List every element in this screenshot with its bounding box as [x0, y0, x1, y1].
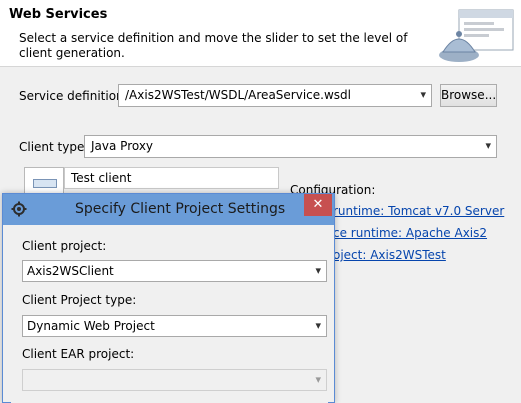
client-project-combo[interactable]: Axis2WSClient ▾ — [22, 260, 327, 282]
web-service-wizard-icon — [439, 9, 514, 62]
client-project-value: Axis2WSClient — [27, 264, 114, 278]
service-definition-label: Service definition: — [19, 89, 128, 103]
client-project-type-combo[interactable]: Dynamic Web Project ▾ — [22, 315, 327, 337]
client-type-combo[interactable]: Java Proxy ▾ — [84, 135, 497, 158]
client-project-type-label: Client Project type: — [22, 293, 137, 307]
gear-icon — [11, 201, 27, 217]
server-runtime-link[interactable]: runtime: Tomcat v7.0 Server — [333, 204, 504, 218]
client-type-label: Client type: — [19, 140, 89, 154]
chevron-down-icon: ▾ — [315, 264, 321, 277]
dialog-titlebar[interactable]: Specify Client Project Settings ✕ — [3, 194, 334, 225]
slider-level-label: Test client — [71, 171, 132, 185]
client-type-value: Java Proxy — [91, 139, 154, 153]
close-icon[interactable]: ✕ — [304, 194, 332, 216]
client-project-link[interactable]: oject: Axis2WSTest — [333, 248, 446, 262]
chevron-down-icon: ▾ — [485, 139, 491, 152]
slider-thumb[interactable] — [33, 179, 57, 188]
chevron-down-icon: ▾ — [315, 319, 321, 332]
client-project-type-value: Dynamic Web Project — [27, 319, 155, 333]
client-project-label: Client project: — [22, 239, 107, 253]
chevron-down-icon: ▾ — [315, 373, 321, 386]
service-definition-combo[interactable]: /Axis2WSTest/WSDL/AreaService.wsdl ▾ — [118, 84, 432, 107]
dialog-body: Client project: Axis2WSClient ▾ Client P… — [11, 225, 328, 403]
client-ear-project-label: Client EAR project: — [22, 347, 135, 361]
chevron-down-icon: ▾ — [420, 88, 426, 101]
specify-client-project-settings-dialog: Specify Client Project Settings ✕ Client… — [2, 193, 335, 403]
slider-level-panel: Test client — [64, 167, 279, 189]
service-definition-value: /Axis2WSTest/WSDL/AreaService.wsdl — [125, 88, 351, 102]
client-ear-project-combo[interactable]: ▾ — [22, 369, 327, 391]
page-description: Select a service definition and move the… — [19, 31, 408, 60]
page-title: Web Services — [9, 7, 108, 22]
wizard-header: Web Services Select a service definition… — [0, 0, 521, 67]
web-service-runtime-link[interactable]: ce runtime: Apache Axis2 — [333, 226, 487, 240]
browse-button[interactable]: Browse... — [440, 84, 497, 107]
dialog-title: Specify Client Project Settings — [75, 201, 286, 217]
